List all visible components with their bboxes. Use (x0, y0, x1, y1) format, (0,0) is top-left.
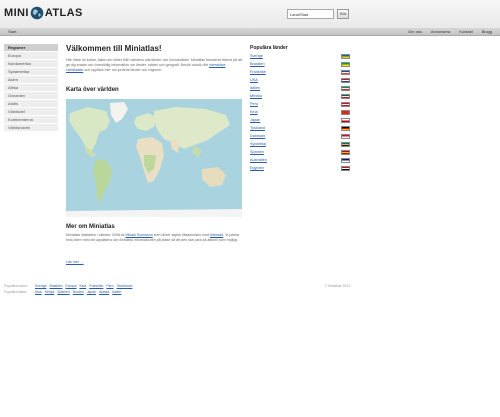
country-list: Sverige Brasilien Frankrike USA Italien Mexik… (250, 52, 350, 172)
footer-link[interactable]: Asia (35, 289, 42, 295)
flag-icon (341, 62, 350, 67)
globe-icon (30, 6, 44, 20)
sidebar-item-world-part[interactable]: Världsdel (4, 108, 58, 116)
page-title: Välkommen till Miniatlas! (66, 44, 162, 53)
nav-link-contact[interactable]: Kontakt (459, 28, 473, 36)
country-link[interactable]: Frankrike (250, 68, 350, 76)
sidebar-item-south-america[interactable]: Sydamerika (4, 68, 58, 76)
country-name: Spanien (250, 150, 264, 154)
logo-text-left: MINI (4, 7, 29, 19)
popular-countries-heading: Populära länder (250, 45, 288, 51)
flag-icon (341, 166, 350, 171)
logo-text-right: ATLAS (44, 7, 83, 19)
nav-links: Om oss Annonsera Kontakt Blogg (408, 28, 492, 36)
country-name: Tyskland (250, 126, 265, 130)
country-name: Kina (250, 110, 258, 114)
country-name: Australien (250, 158, 267, 162)
footer-link[interactable]: Norden (73, 289, 84, 295)
about-text: Miniatlas startades i oktober 2008 av Mi… (66, 233, 242, 243)
footer-link[interactable]: Kenya (45, 289, 55, 295)
country-link[interactable]: Sydafrika (250, 140, 350, 148)
country-name: USA (250, 78, 258, 82)
nav-link-blog[interactable]: Blogg (482, 28, 492, 36)
country-name: Sverige (250, 54, 263, 58)
footer-facts-label: Populära fakta: (4, 290, 27, 294)
sidebar-item-africa[interactable]: Afrika (4, 84, 58, 92)
country-link[interactable]: Kina (250, 108, 350, 116)
country-name: Peru (250, 102, 259, 106)
search-input[interactable] (287, 9, 334, 19)
footer-link[interactable]: Italien (112, 289, 121, 295)
footer-row-facts: Populära fakta: Asia Kenya Spanien Norde… (4, 289, 350, 295)
country-name: Japan (250, 118, 261, 122)
country-name: Mexiko (250, 94, 263, 98)
world-map[interactable] (66, 99, 242, 217)
intro-text: Här hittar du kartor, fakta och bilder f… (66, 58, 242, 73)
nav-link-advertise[interactable]: Annonsera (431, 28, 450, 36)
main-content: Välkommen till Miniatlas! Här hittar du … (66, 44, 242, 264)
founder-link[interactable]: Mikael Svensson (126, 233, 153, 237)
sidebar-item-north-america[interactable]: Nordamerika (4, 60, 58, 68)
flag-icon (341, 150, 350, 155)
flag-icon (341, 158, 350, 163)
sidebar-item-europe[interactable]: Europa (4, 52, 58, 60)
nav-home-link[interactable]: Start (8, 28, 16, 36)
sidebar: Regioner Europa Nordamerika Sydamerika A… (4, 44, 58, 132)
header: MINI ATLAS Sök (0, 0, 500, 28)
search-button[interactable]: Sök (337, 9, 349, 19)
footer-link[interactable]: Japan (87, 289, 96, 295)
country-link[interactable]: Spanien (250, 148, 350, 156)
country-name: Sydafrika (250, 142, 266, 146)
sidebar-item-oceania[interactable]: Oceanien (4, 92, 58, 100)
world-map-image (66, 99, 242, 217)
nav-link-about[interactable]: Om oss (408, 28, 422, 36)
partner-link[interactable]: Interadd (210, 233, 223, 237)
country-link[interactable]: Mexiko (250, 92, 350, 100)
country-name: Brasilien (250, 62, 265, 66)
read-more-link[interactable]: Läs mer → (66, 260, 84, 264)
country-link[interactable]: Sverige (250, 52, 350, 60)
logo[interactable]: MINI ATLAS (4, 4, 83, 22)
about-heading: Mer om Miniatlas (66, 224, 115, 230)
country-name: Italien (250, 86, 261, 90)
country-link[interactable]: Tyskland (250, 124, 350, 132)
top-nav: Start Om oss Annonsera Kontakt Blogg (0, 28, 500, 36)
country-name: Egypten (250, 166, 264, 170)
flag-icon (341, 134, 350, 139)
country-link[interactable]: Peru (250, 100, 350, 108)
flag-icon (341, 70, 350, 75)
country-link[interactable]: Egypten (250, 164, 350, 172)
footer-link[interactable]: Spanien (57, 289, 69, 295)
intro-text-end: och upptäck mer om jordens länder och re… (84, 68, 163, 72)
country-name: Frankrike (250, 70, 266, 74)
popular-countries: Populära länder Sverige Brasilien Frankrik… (250, 44, 350, 172)
flag-icon (341, 102, 350, 107)
sidebar-item-asia[interactable]: Asien (4, 76, 58, 84)
sidebar-item-continents[interactable]: Kontinenterna (4, 116, 58, 124)
country-link[interactable]: Danmark (250, 132, 350, 140)
sidebar-item-oceans[interactable]: Världshaven (4, 124, 58, 132)
footer-link[interactable]: Alaska (99, 289, 109, 295)
flag-icon (341, 54, 350, 59)
footer-facts-links: Asia Kenya Spanien Norden Japan Alaska I… (35, 289, 121, 295)
country-link[interactable]: USA (250, 76, 350, 84)
country-link[interactable]: Brasilien (250, 60, 350, 68)
flag-icon (341, 86, 350, 91)
country-link[interactable]: Australien (250, 156, 350, 164)
country-link[interactable]: Japan (250, 116, 350, 124)
country-link[interactable]: Italien (250, 84, 350, 92)
footer: Populära kartor: Sverige Brasilien Europ… (4, 283, 350, 295)
country-name: Danmark (250, 134, 266, 138)
about-text-middle: som driver sajten tillsammans med (153, 233, 210, 237)
sidebar-item-arctic[interactable]: Arktis (4, 100, 58, 108)
map-heading: Karta över världen (66, 87, 119, 93)
flag-icon (341, 94, 350, 99)
flag-icon (341, 118, 350, 123)
flag-icon (341, 78, 350, 83)
sidebar-heading-regions: Regioner (4, 44, 58, 52)
about-text-start: Miniatlas startades i oktober 2008 av (66, 233, 125, 237)
flag-icon (341, 142, 350, 147)
flag-icon (341, 110, 350, 115)
flag-icon (341, 126, 350, 131)
